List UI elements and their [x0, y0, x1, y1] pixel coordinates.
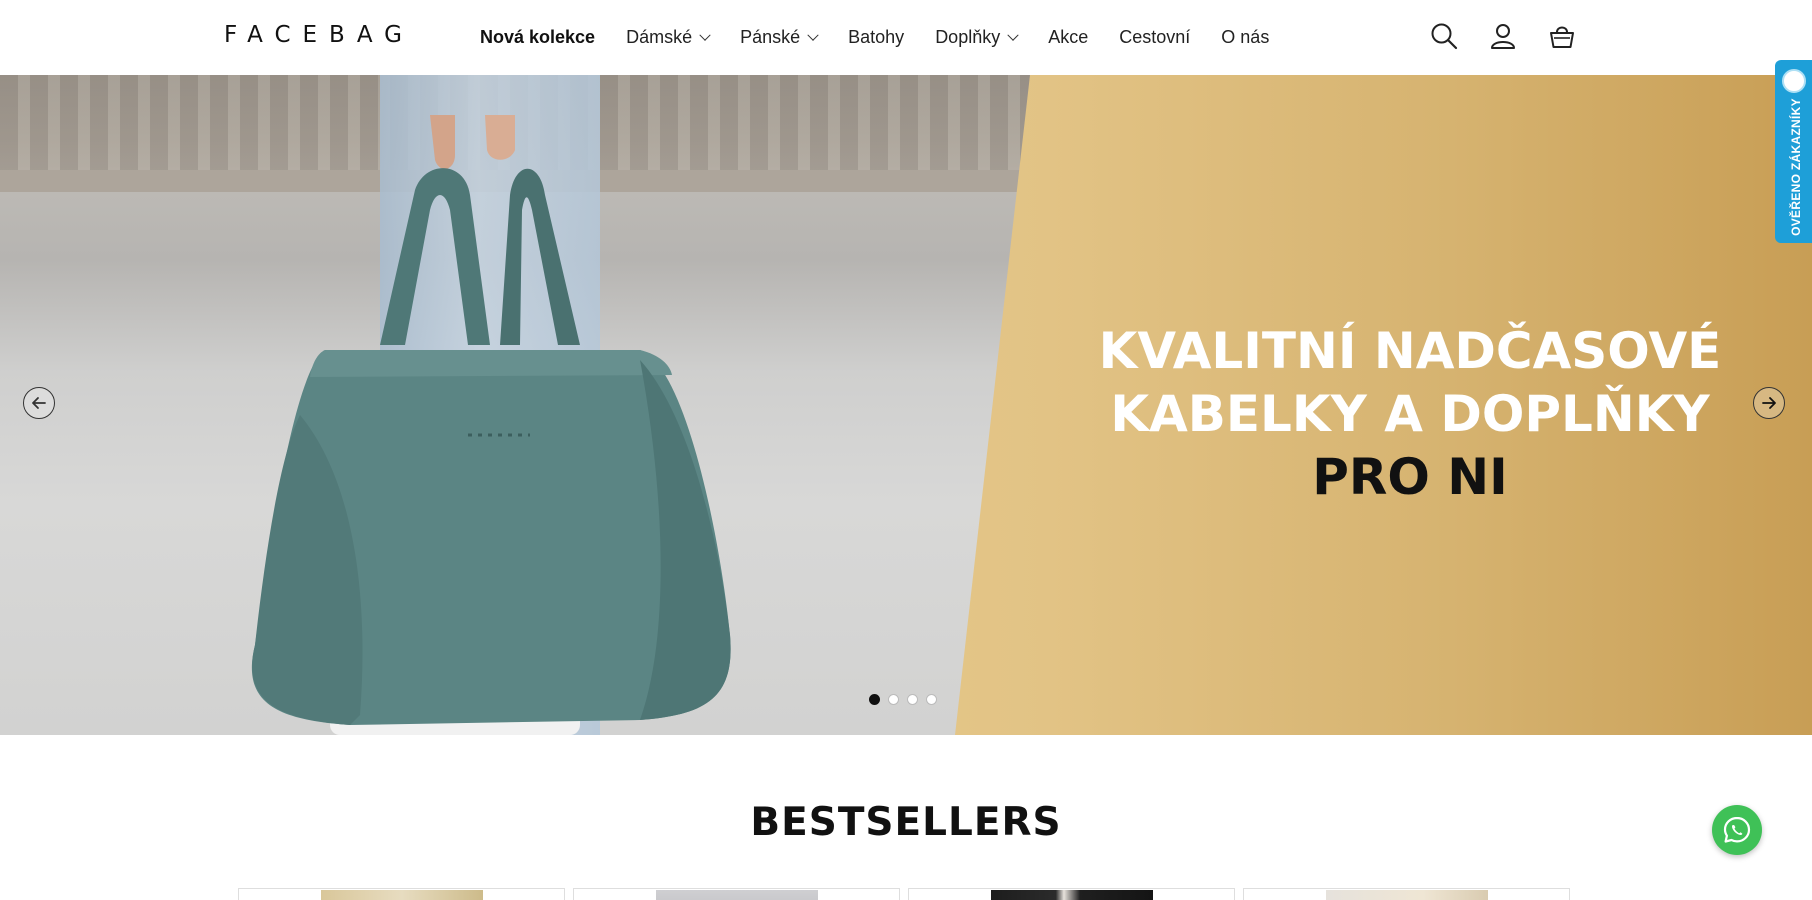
bestseller-cards [238, 888, 1578, 900]
nav-doplnky[interactable]: Doplňky [935, 27, 1019, 48]
product-card[interactable] [238, 888, 565, 900]
verified-by-customers-tab[interactable]: OVĚŘENO ZÁKAZNÍKY [1775, 60, 1812, 243]
prev-slide-button[interactable] [23, 387, 55, 419]
slide-dot-1[interactable] [869, 694, 880, 705]
arrow-right-icon [1762, 397, 1776, 409]
account-icon[interactable] [1487, 20, 1519, 52]
nav-cestovni[interactable]: Cestovní [1119, 27, 1190, 48]
nav-damske[interactable]: Dámské [626, 27, 711, 48]
search-icon[interactable] [1428, 20, 1460, 52]
handbag-image [251, 115, 731, 725]
logo[interactable]: FACEBAG [224, 22, 414, 48]
site-header: FACEBAG Nová kolekce Dámské Pánské Batoh… [0, 0, 1812, 75]
product-image [1326, 890, 1488, 900]
hero-headline-line2: KABELKY A DOPLŇKY [1110, 385, 1710, 443]
verified-label: OVĚŘENO ZÁKAZNÍKY [1789, 98, 1803, 236]
nav-akce[interactable]: Akce [1048, 27, 1088, 48]
product-image [656, 890, 818, 900]
nav-batohy[interactable]: Batohy [848, 27, 904, 48]
hero-headline-line1: KVALITNÍ NADČASOVÉ [1098, 322, 1722, 380]
nav-nova-kolekce[interactable]: Nová kolekce [480, 27, 595, 48]
slide-dot-4[interactable] [926, 694, 937, 705]
whatsapp-icon [1723, 816, 1751, 843]
slide-dot-2[interactable] [888, 694, 899, 705]
product-image [321, 890, 483, 900]
product-image [991, 890, 1153, 900]
nav-panske[interactable]: Pánské [740, 27, 819, 48]
next-slide-button[interactable] [1753, 387, 1785, 419]
chevron-down-icon [699, 29, 711, 41]
cart-icon[interactable] [1546, 20, 1578, 52]
product-card[interactable] [1243, 888, 1570, 900]
main-nav: Nová kolekce Dámské Pánské Batohy Doplňk… [480, 0, 1300, 75]
chevron-down-icon [807, 29, 819, 41]
whatsapp-chat-button[interactable] [1712, 805, 1762, 855]
arrow-left-icon [32, 397, 46, 409]
slide-dot-3[interactable] [907, 694, 918, 705]
verified-seal-icon [1782, 69, 1806, 93]
header-icons [1428, 20, 1605, 52]
chevron-down-icon [1007, 29, 1019, 41]
hero-headline-line3: PRO NI [1312, 448, 1508, 506]
hero-headline: KVALITNÍ NADČASOVÉ KABELKY A DOPLŇKY PRO… [1060, 320, 1760, 509]
nav-o-nas[interactable]: O nás [1221, 27, 1269, 48]
product-card[interactable] [573, 888, 900, 900]
product-card[interactable] [908, 888, 1235, 900]
slide-dots [869, 694, 945, 705]
hero-banner[interactable]: KVALITNÍ NADČASOVÉ KABELKY A DOPLŇKY PRO… [0, 75, 1812, 735]
bestsellers-heading: BESTSELLERS [750, 800, 1062, 845]
